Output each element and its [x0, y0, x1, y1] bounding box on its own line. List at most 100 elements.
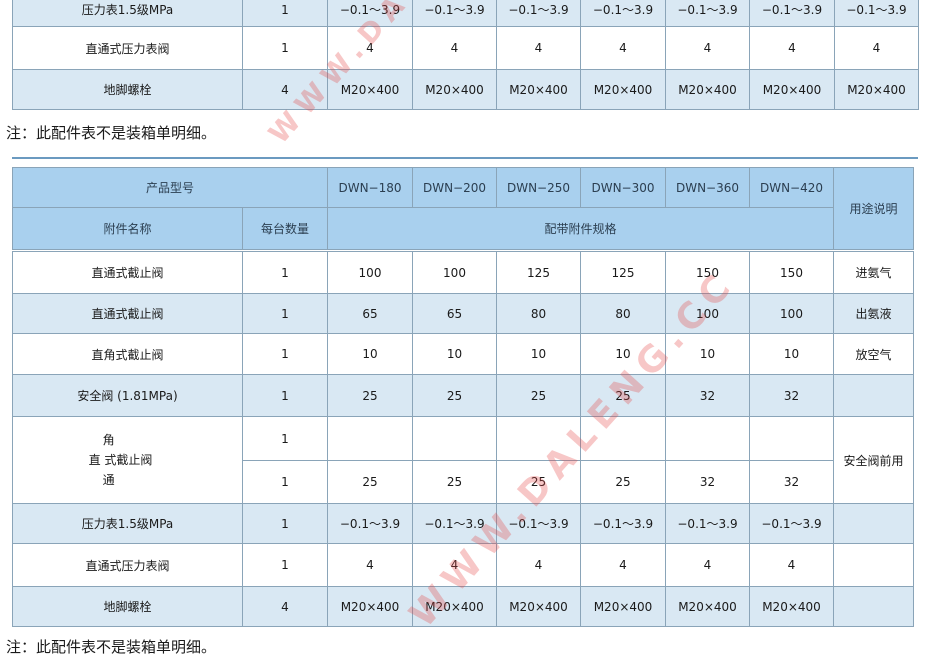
spec-cell: M20×400: [496, 69, 581, 110]
spec-cell: 65: [327, 293, 413, 334]
spec-cell: 4: [412, 26, 497, 70]
model-header: DWN−360: [665, 167, 750, 208]
spec-cell: −0.1～3.9: [580, 503, 666, 544]
spec-cell: −0.1～3.9: [327, 0, 413, 27]
spec-cell: [327, 416, 413, 461]
spec-cell: 25: [580, 374, 666, 417]
spec-cell: −0.1～3.9: [412, 503, 497, 544]
accessory-name: 安全阀 (1.81MPa): [12, 374, 243, 417]
spec-cell: 32: [665, 374, 750, 417]
accessory-table: 产品型号 DWN−180 DWN−200 DWN−250 DWN−300 DWN…: [12, 167, 914, 627]
spec-cell: [665, 416, 750, 461]
spec-cell: M20×400: [749, 586, 834, 627]
spec-cell: 80: [580, 293, 666, 334]
model-label: 产品型号: [12, 167, 328, 208]
table-row: 地脚螺栓 4 M20×400 M20×400 M20×400 M20×400 M…: [12, 69, 919, 110]
model-header: DWN−200: [412, 167, 497, 208]
spec-cell: 100: [665, 293, 750, 334]
usage-cell: 出氨液: [833, 293, 914, 334]
model-header: DWN−250: [496, 167, 581, 208]
spec-cell: [496, 416, 581, 461]
spec-cell: M20×400: [749, 69, 835, 110]
usage-label: 用途说明: [833, 167, 914, 250]
table-row: 压力表1.5级MPa 1 −0.1～3.9 −0.1～3.9 −0.1～3.9 …: [12, 503, 914, 544]
accessory-table-top: 压力表1.5级MPa 1 −0.1～3.9 −0.1～3.9 −0.1～3.9 …: [12, 0, 919, 110]
usage-cell: 放空气: [833, 333, 914, 375]
spec-label: 配带附件规格: [327, 207, 834, 250]
spec-cell: −0.1～3.9: [327, 503, 413, 544]
table-row: 地脚螺栓 4 M20×400 M20×400 M20×400 M20×400 M…: [12, 586, 914, 627]
quantity: 1: [242, 293, 328, 334]
quantity: 4: [242, 586, 328, 627]
header-row: 附件名称 每台数量 配带附件规格: [12, 207, 914, 250]
accessory-name: 压力表1.5级MPa: [12, 503, 243, 544]
spec-cell: 25: [580, 460, 666, 504]
quantity: 1: [242, 0, 328, 27]
spec-cell: 10: [496, 333, 581, 375]
accessory-name: 直通式截止阀: [12, 293, 243, 334]
usage-cell: [833, 503, 914, 544]
angle-valve-name: 角 直 式截止阀 通: [88, 433, 153, 487]
section-divider: [12, 157, 918, 159]
spec-cell: M20×400: [412, 69, 497, 110]
quantity: 1: [242, 26, 328, 70]
spec-cell: 32: [749, 374, 834, 417]
spec-cell: 4: [496, 543, 581, 587]
spec-cell: M20×400: [412, 586, 497, 627]
usage-cell: [833, 374, 914, 417]
spec-cell: M20×400: [580, 586, 666, 627]
spec-cell: [580, 416, 666, 461]
table-row: 直角式截止阀 1 10 10 10 10 10 10 放空气: [12, 333, 914, 375]
spec-cell: 32: [749, 460, 834, 504]
spec-cell: [412, 416, 497, 461]
accessory-name: 地脚螺栓: [12, 586, 243, 627]
spec-cell: 4: [580, 543, 666, 587]
spec-cell: 100: [412, 251, 497, 294]
spec-cell: M20×400: [665, 586, 750, 627]
spec-cell: 32: [665, 460, 750, 504]
spec-cell: 100: [749, 293, 834, 334]
quantity: 1: [242, 374, 328, 417]
spec-cell: 25: [496, 374, 581, 417]
spec-cell: M20×400: [496, 586, 581, 627]
model-header: DWN−300: [580, 167, 666, 208]
spec-cell: M20×400: [580, 69, 666, 110]
accessory-name: 角 直 式截止阀 通: [12, 416, 243, 504]
accessory-name: 地脚螺栓: [12, 69, 243, 110]
quantity: 1: [242, 503, 328, 544]
accessory-name: 直角式截止阀: [12, 333, 243, 375]
spec-cell: 4: [327, 26, 413, 70]
spec-cell: 150: [749, 251, 834, 294]
spec-cell: −0.1～3.9: [496, 0, 581, 27]
quantity: 1: [242, 543, 328, 587]
table-row: 直通式压力表阀 1 4 4 4 4 4 4 4: [12, 26, 919, 70]
spec-cell: 150: [665, 251, 750, 294]
spec-cell: −0.1～3.9: [834, 0, 919, 27]
spec-cell: 4: [580, 26, 666, 70]
spec-cell: 4: [834, 26, 919, 70]
header-row: 产品型号 DWN−180 DWN−200 DWN−250 DWN−300 DWN…: [12, 167, 914, 250]
spec-cell: M20×400: [327, 586, 413, 627]
spec-cell: 4: [665, 26, 750, 70]
spec-cell: 65: [412, 293, 497, 334]
accessory-name: 直通式压力表阀: [12, 26, 243, 70]
spec-cell: 10: [665, 333, 750, 375]
table-row: 直通式截止阀 1 100 100 125 125 150 150 进氨气: [12, 251, 914, 294]
spec-cell: 10: [749, 333, 834, 375]
spec-cell: 4: [749, 543, 834, 587]
model-header: DWN−420: [749, 167, 834, 208]
table-note: 注：此配件表不是装箱单明细。: [6, 638, 217, 656]
spec-cell: 10: [412, 333, 497, 375]
table-row: 安全阀 (1.81MPa) 1 25 25 25 25 32 32: [12, 374, 914, 417]
table-note: 注：此配件表不是装箱单明细。: [6, 124, 217, 142]
spec-cell: −0.1～3.9: [665, 503, 750, 544]
spec-cell: 100: [327, 251, 413, 294]
spec-cell: 4: [749, 26, 835, 70]
model-header: DWN−180: [327, 167, 413, 208]
quantity: 1: [242, 416, 328, 461]
spec-cell: 25: [412, 460, 497, 504]
name-label: 附件名称: [12, 207, 243, 250]
spec-cell: 10: [327, 333, 413, 375]
spec-cell: [749, 416, 834, 461]
table-row: 角 直 式截止阀 通 1 安全阀前用: [12, 416, 914, 504]
